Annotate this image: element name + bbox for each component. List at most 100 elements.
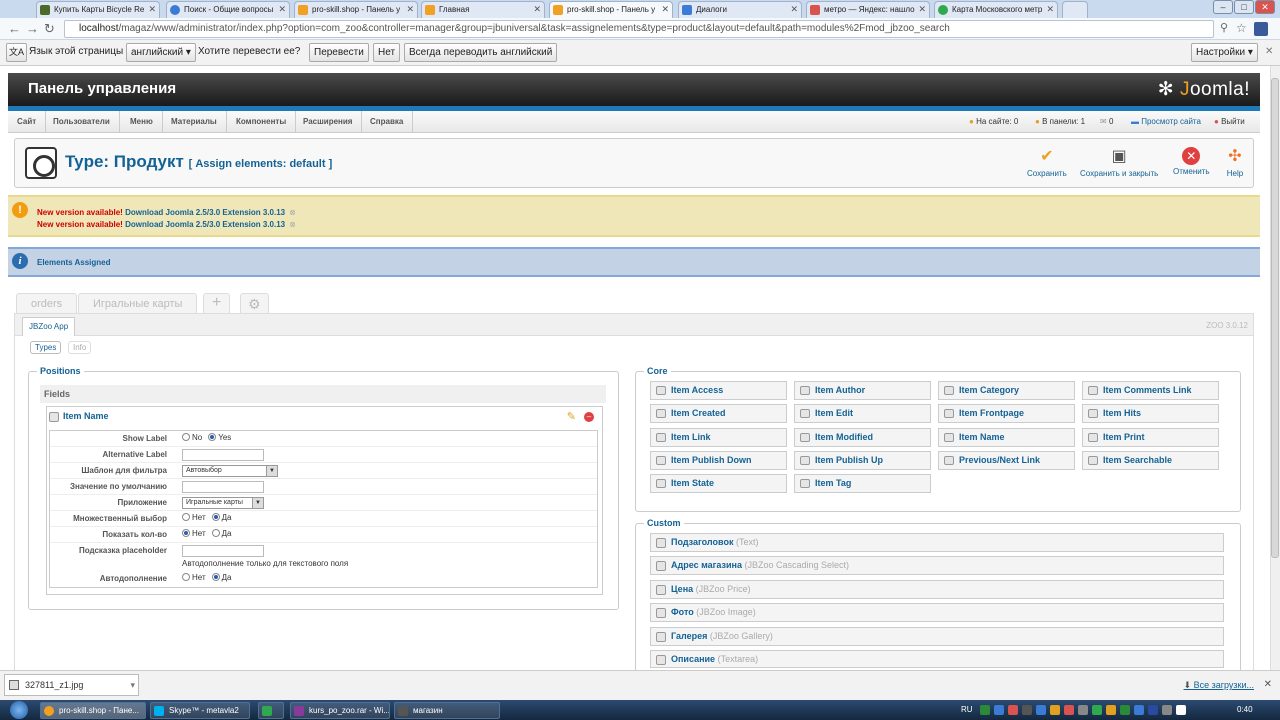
tray-icon[interactable]	[1092, 705, 1102, 715]
download-link[interactable]: Download Joomla 2.5/3.0 Extension 3.0.13	[125, 208, 285, 217]
core-element[interactable]: Item State	[650, 474, 787, 493]
tray-icon[interactable]	[980, 705, 990, 715]
close-tab-icon[interactable]: ✕	[406, 2, 414, 17]
tray-icon[interactable]	[1078, 705, 1088, 715]
chevron-down-icon[interactable]: ▾	[130, 675, 135, 695]
core-element[interactable]: Previous/Next Link	[938, 451, 1075, 470]
save-button[interactable]: ✔ Сохранить	[1027, 147, 1067, 178]
tray-icon[interactable]	[1022, 705, 1032, 715]
close-window-icon[interactable]: ✕	[1255, 0, 1275, 14]
view-site-link[interactable]: ▬ Просмотр сайта	[1131, 111, 1201, 132]
clock[interactable]: 0:40	[1237, 705, 1253, 714]
core-element[interactable]: Item Created	[650, 404, 787, 423]
menu-item-users[interactable]: Пользователи	[44, 111, 120, 132]
extension-icon[interactable]	[1254, 22, 1268, 36]
taskbar-item-winrar[interactable]: kurs_po_zoo.rar - Wi...	[290, 702, 390, 719]
app-tab-jbzoo[interactable]: JBZoo App	[22, 317, 76, 336]
download-item[interactable]: 327811_z1.jpg ▾	[4, 674, 139, 696]
radio-yes[interactable]	[211, 528, 220, 537]
translate-settings-button[interactable]: Настройки ▾	[1191, 43, 1258, 62]
close-tab-icon[interactable]: ✕	[918, 2, 926, 17]
menu-item-site[interactable]: Сайт	[8, 111, 47, 132]
tray-icon[interactable]	[1176, 705, 1186, 715]
close-tab-icon[interactable]: ✕	[1046, 2, 1054, 17]
custom-element[interactable]: Галерея (JBZoo Gallery)	[650, 627, 1224, 646]
info-pill[interactable]: Info	[68, 341, 92, 354]
forward-icon[interactable]: →	[26, 21, 39, 36]
bookmark-star-icon[interactable]: ☆	[1236, 21, 1247, 35]
close-tab-icon[interactable]: ✕	[148, 2, 156, 17]
core-element[interactable]: Item Category	[938, 381, 1075, 400]
logout-link[interactable]: ● Выйти	[1214, 111, 1245, 132]
core-element[interactable]: Item Searchable	[1082, 451, 1219, 470]
radio-no[interactable]	[182, 512, 190, 521]
custom-element[interactable]: Цена (JBZoo Price)	[650, 580, 1224, 599]
save-close-button[interactable]: ▣ Сохранить и закрыть	[1080, 147, 1158, 178]
language-select[interactable]: английский ▾	[126, 43, 196, 62]
core-element[interactable]: Item Tag	[794, 474, 931, 493]
menu-item-help[interactable]: Справка	[361, 111, 414, 132]
language-indicator[interactable]: RU	[961, 705, 973, 714]
add-app-tab[interactable]: +	[203, 293, 231, 313]
tray-icon[interactable]	[1120, 705, 1130, 715]
placeholder-input[interactable]	[182, 545, 264, 557]
browser-tab[interactable]: Главная ✕	[421, 1, 545, 18]
no-translate-button[interactable]: Нет	[373, 43, 401, 62]
radio-yes[interactable]	[211, 512, 220, 521]
tray-icon[interactable]	[1050, 705, 1060, 715]
cancel-button[interactable]: ✕ Отменить	[1173, 147, 1210, 176]
filter-template-select[interactable]: Автовыбор ▼	[182, 465, 278, 477]
menu-item-content[interactable]: Материалы	[162, 111, 227, 132]
element-header[interactable]: Item Name ✎ –	[47, 407, 602, 427]
translate-button[interactable]: Перевести	[309, 43, 369, 62]
close-tab-icon[interactable]: ✕	[278, 2, 286, 17]
menu-item-menus[interactable]: Меню	[121, 111, 163, 132]
browser-tab[interactable]: Карта Московского метр ✕	[934, 1, 1058, 18]
custom-element[interactable]: Подзаголовок (Text)	[650, 533, 1224, 552]
radio-no[interactable]	[182, 528, 190, 537]
browser-tab[interactable]: Поиск - Общие вопросы ✕	[166, 1, 290, 18]
close-tab-icon[interactable]: ✕	[790, 2, 798, 17]
application-select[interactable]: Игральные карты ▼	[182, 497, 264, 509]
core-element[interactable]: Item Publish Up	[794, 451, 931, 470]
help-button[interactable]: ✣ Help	[1225, 147, 1245, 178]
core-element[interactable]: Item Link	[650, 428, 787, 447]
taskbar-item-app[interactable]	[258, 702, 284, 719]
browser-tab[interactable]: Купить Карты Bicycle Re ✕	[36, 1, 160, 18]
core-element[interactable]: Item Hits	[1082, 404, 1219, 423]
tray-icon[interactable]	[1162, 705, 1172, 715]
dismiss-icon[interactable]: ⊗	[289, 220, 296, 229]
menu-item-extensions[interactable]: Расширения	[294, 111, 363, 132]
menu-item-components[interactable]: Компоненты	[227, 111, 297, 132]
new-tab-button[interactable]	[1062, 1, 1088, 18]
taskbar-item-chrome[interactable]: pro-skill.shop - Пане...	[40, 702, 146, 719]
tray-icon[interactable]	[1064, 705, 1074, 715]
radio-yes[interactable]	[211, 572, 220, 581]
minimize-icon[interactable]: –	[1213, 0, 1233, 14]
tray-icon[interactable]	[1106, 705, 1116, 715]
tray-icon[interactable]	[1008, 705, 1018, 715]
scrollbar-thumb[interactable]	[1271, 78, 1279, 558]
core-element[interactable]: Item Publish Down	[650, 451, 787, 470]
tray-icon[interactable]	[1148, 705, 1158, 715]
messages-status[interactable]: ✉ 0	[1100, 111, 1113, 132]
reload-icon[interactable]: ↻	[44, 21, 55, 37]
edit-pencil-icon[interactable]: ✎	[567, 410, 576, 423]
alternative-label-input[interactable]	[182, 449, 264, 461]
browser-tab[interactable]: метро — Яндекс: нашло ✕	[806, 1, 930, 18]
core-element[interactable]: Item Name	[938, 428, 1075, 447]
core-element[interactable]: Item Author	[794, 381, 931, 400]
start-button[interactable]	[6, 700, 34, 720]
types-pill[interactable]: Types	[30, 341, 62, 354]
dismiss-icon[interactable]: ⊗	[289, 208, 296, 217]
close-tab-icon[interactable]: ✕	[661, 2, 669, 17]
radio-no[interactable]	[182, 572, 190, 581]
app-tab-orders[interactable]: orders	[16, 293, 78, 313]
download-link[interactable]: Download Joomla 2.5/3.0 Extension 3.0.13	[125, 220, 285, 229]
core-element[interactable]: Item Print	[1082, 428, 1219, 447]
close-download-bar-icon[interactable]: ✕	[1264, 679, 1272, 690]
taskbar-item-skype[interactable]: Skype™ - metavla2	[150, 702, 250, 719]
browser-tab[interactable]: pro-skill.shop - Панель у ✕	[294, 1, 418, 18]
core-element[interactable]: Item Edit	[794, 404, 931, 423]
app-settings-tab[interactable]: ⚙	[240, 293, 269, 313]
